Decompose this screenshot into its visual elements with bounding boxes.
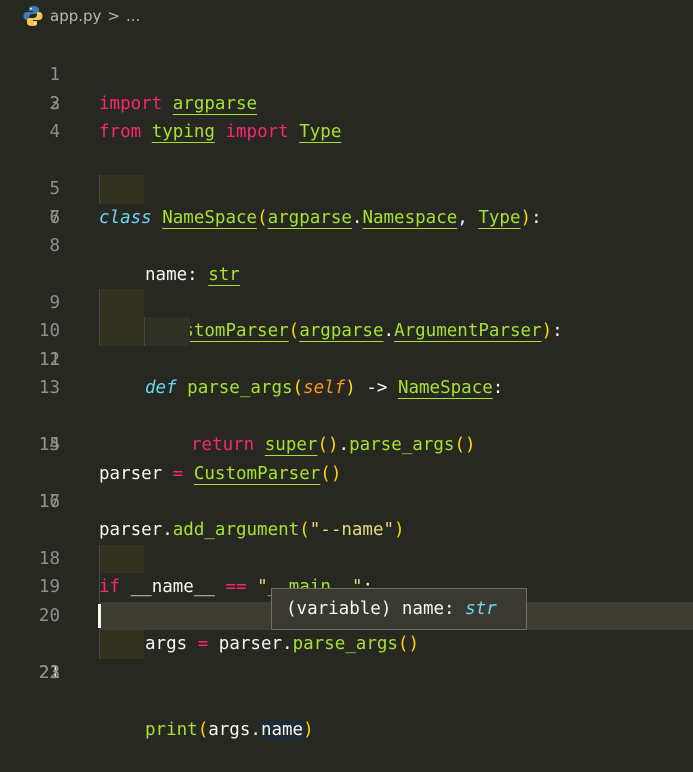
breadcrumb-file[interactable]: app.py xyxy=(50,7,101,25)
indent-guide xyxy=(99,288,144,318)
code-line: 11 return super().parse_args() xyxy=(0,317,693,455)
line-number: 17 xyxy=(38,492,60,512)
variable[interactable]: args xyxy=(208,720,250,740)
code-line: 23 xyxy=(0,659,693,687)
indent-guide xyxy=(99,317,144,346)
code-line: 17 xyxy=(0,488,693,516)
python-file-icon xyxy=(23,6,43,26)
code-line: 15 xyxy=(0,431,693,459)
code-line: 19 args = parser.parse_args() xyxy=(0,544,693,654)
hover-type: str xyxy=(465,599,497,619)
breadcrumb-symbol[interactable]: ... xyxy=(126,7,140,25)
code-line: 4 xyxy=(0,118,693,146)
code-line: 16 parser.add_argument("--name") xyxy=(0,460,693,540)
text-cursor xyxy=(98,603,101,628)
hovered-attribute[interactable]: name xyxy=(260,719,304,740)
hover-signature: (variable) name: xyxy=(286,599,466,619)
indent-guide xyxy=(99,175,144,204)
code-line: 8 xyxy=(0,232,693,260)
code-line: 3 xyxy=(0,90,693,118)
indent-guide xyxy=(99,544,144,574)
code-line: 5 class NameSpace(argparse.Namespace, Ty… xyxy=(0,147,693,227)
chevron-right-icon: > xyxy=(107,7,120,25)
line-number: 4 xyxy=(49,122,60,143)
line-number: 8 xyxy=(49,236,60,257)
indent-guide xyxy=(99,630,144,659)
code-line: 9 class CustomParser(argparse.ArgumentPa… xyxy=(0,261,693,341)
code-line: 10 def parse_args(self) -> NameSpace: xyxy=(0,288,693,398)
code-line: 12 xyxy=(0,346,693,374)
code-line: 7 xyxy=(0,204,693,232)
line-number: 3 xyxy=(49,93,60,114)
code-line: 22 print(args.name) xyxy=(0,630,693,740)
code-line: 1 import argparse xyxy=(0,33,693,113)
code-line: 6 name: str xyxy=(0,175,693,285)
code-line: 14 parser = CustomParser() xyxy=(0,403,693,483)
indent-guide xyxy=(99,573,144,602)
hover-tooltip: (variable) name: str xyxy=(271,588,527,630)
code-line: 13 xyxy=(0,374,693,402)
breadcrumb: app.py > ... xyxy=(22,4,140,28)
line-number: 23 xyxy=(38,662,60,683)
line-number: 15 xyxy=(38,435,60,456)
indent-guide xyxy=(144,317,190,346)
line-number: 7 xyxy=(49,207,60,228)
builtin[interactable]: print xyxy=(145,720,198,740)
code-line: 2 from typing import Type xyxy=(0,61,693,142)
code-line: 18 if __name__ == "__main__": xyxy=(0,516,693,597)
line-number: 13 xyxy=(38,378,60,399)
line-number: 12 xyxy=(38,349,60,370)
